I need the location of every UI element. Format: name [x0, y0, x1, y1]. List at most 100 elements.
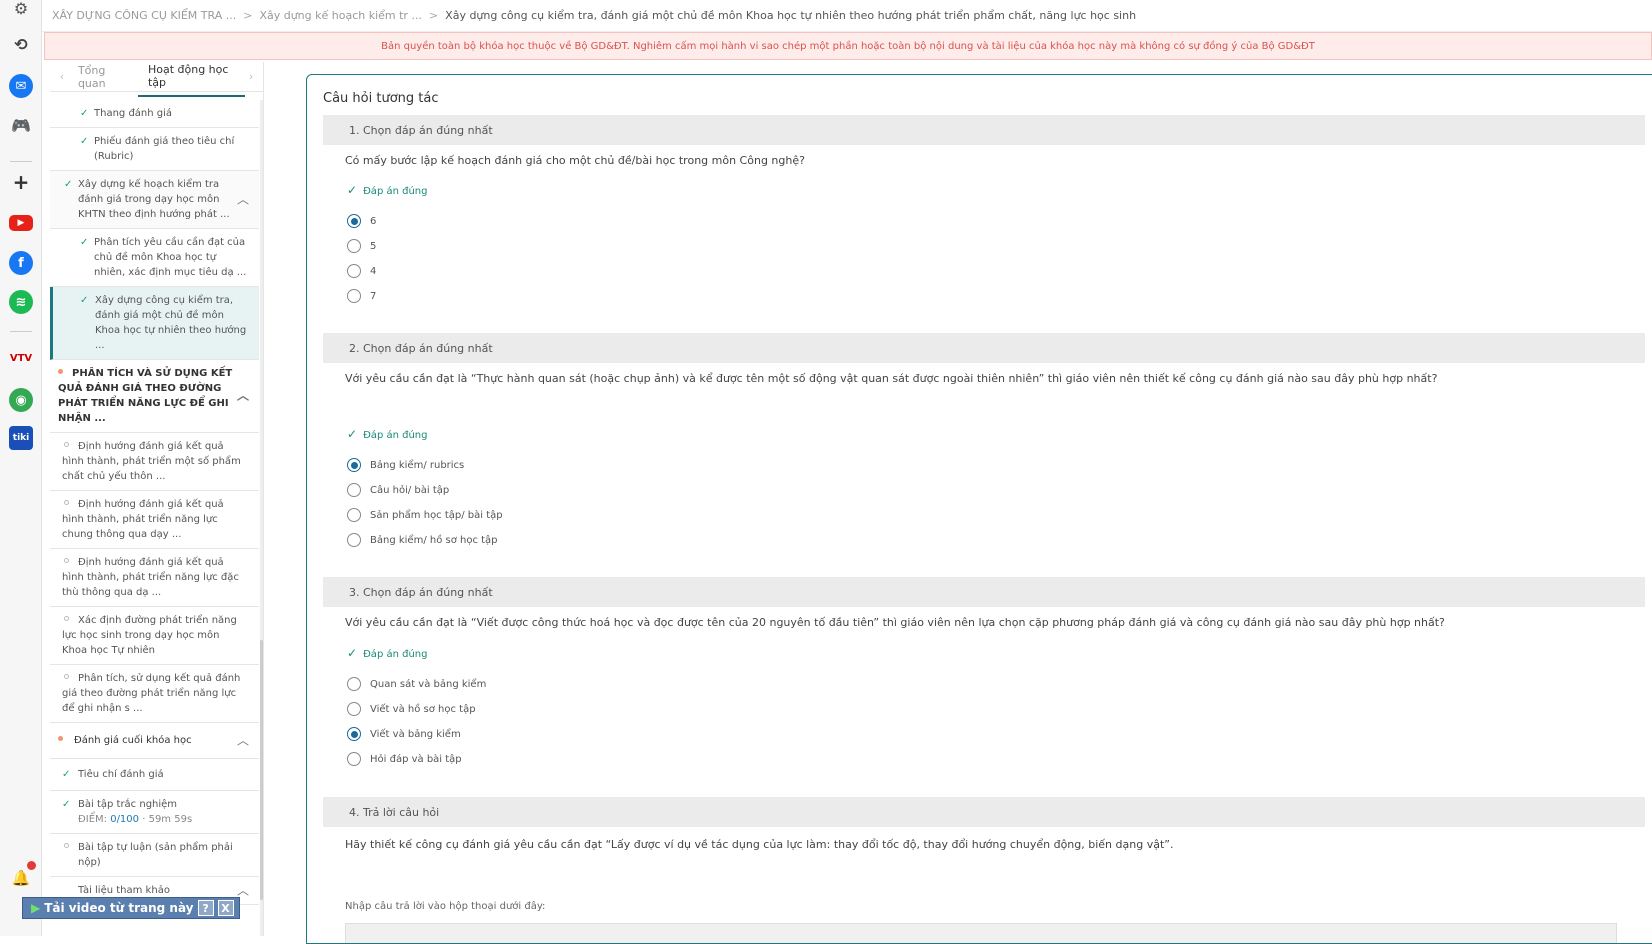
section-header[interactable]: Đánh giá cuối khóa học ︿	[50, 723, 259, 759]
lesson-item[interactable]: ✓ Thang đánh giá	[50, 100, 259, 128]
correct-answer-label: ✓ Đáp án đúng	[347, 183, 428, 197]
status-dot	[58, 736, 63, 741]
spotify-icon[interactable]: ≋	[9, 290, 33, 314]
check-icon: ✓	[347, 183, 358, 197]
section-header[interactable]: PHÂN TÍCH VÀ SỬ DỤNG KẾT QUẢ ĐÁNH GIÁ TH…	[50, 360, 259, 433]
lesson-item[interactable]: ✓ Tiêu chí đánh giá	[50, 759, 259, 791]
answer-option[interactable]: Hỏi đáp và bài tập	[347, 752, 462, 766]
answer-hint: Nhập câu trả lời vào hộp thoại dưới đây:	[345, 901, 546, 912]
radio[interactable]	[347, 702, 361, 716]
radio-selected[interactable]	[347, 727, 361, 741]
radio[interactable]	[347, 508, 361, 522]
answer-option[interactable]: 5	[347, 239, 376, 253]
breadcrumb-item-current: Xây dựng công cụ kiểm tra, đánh giá một …	[445, 9, 1137, 22]
gamepad-icon[interactable]: 🎮	[9, 113, 33, 137]
radio[interactable]	[347, 752, 361, 766]
check-icon: ✓	[347, 646, 358, 660]
lesson-item[interactable]: Định hướng đánh giá kết quả hình thành, …	[50, 433, 259, 491]
answer-option[interactable]: Câu hỏi/ bài tập	[347, 483, 449, 497]
question-header: 1. Chọn đáp án đúng nhất	[323, 115, 1645, 145]
circle-icon	[64, 674, 69, 679]
breadcrumb-separator: >	[428, 9, 439, 22]
radio[interactable]	[347, 289, 361, 303]
chevron-up-icon[interactable]: ︿	[237, 192, 249, 207]
radio-selected[interactable]	[347, 214, 361, 228]
question-text: Có mấy bước lập kế hoạch đánh giá cho mộ…	[345, 154, 805, 167]
check-icon: ✓	[62, 799, 71, 810]
answer-option[interactable]: Bảng kiểm/ hồ sơ học tập	[347, 533, 498, 547]
lesson-item[interactable]: Định hướng đánh giá kết quả hình thành, …	[50, 549, 259, 607]
answer-option[interactable]: Viết và bảng kiểm	[347, 727, 461, 741]
answer-option[interactable]: Bảng kiểm/ rubrics	[347, 458, 464, 472]
facebook-icon[interactable]: f	[9, 251, 33, 275]
breadcrumb-item-plan[interactable]: Xây dựng kế hoạch kiểm tr ...	[259, 9, 422, 22]
answer-option[interactable]: 7	[347, 289, 376, 303]
rich-text-editor-toolbar[interactable]	[345, 923, 1617, 943]
download-video-label[interactable]: Tải video từ trang này	[44, 901, 193, 915]
lesson-label: Tiêu chí đánh giá	[78, 769, 164, 780]
lesson-group[interactable]: ✓ Xây dựng kế hoạch kiểm tra đánh giá tr…	[50, 171, 259, 229]
lesson-item-active[interactable]: ✓ Xây dựng công cụ kiểm tra, đánh giá mộ…	[50, 287, 259, 360]
quiz-item[interactable]: ✓ Bài tập trắc nghiệm ĐIỂM: 0/100 · 59m …	[50, 791, 259, 834]
question-text: Với yêu cầu cần đạt là “Thực hành quan s…	[345, 372, 1438, 385]
lesson-label: Định hướng đánh giá kết quả hình thành, …	[62, 499, 224, 540]
page-title: Câu hỏi tương tác	[323, 91, 439, 106]
youtube-icon[interactable]: ▶	[9, 215, 33, 231]
check-icon: ✓	[347, 427, 358, 441]
chevron-up-icon[interactable]: ︿	[237, 733, 249, 748]
plus-icon[interactable]: +	[9, 170, 33, 194]
radio[interactable]	[347, 533, 361, 547]
lesson-item[interactable]: Phân tích, sử dụng kết quả đánh giá theo…	[50, 665, 259, 723]
tab-overview[interactable]: Tổng quan	[68, 62, 138, 96]
quiz-panel: Câu hỏi tương tác 1. Chọn đáp án đúng nh…	[306, 74, 1652, 944]
lesson-label: Bài tập tự luận (sản phẩm phải nộp)	[78, 842, 233, 868]
lesson-item[interactable]: Bài tập tự luận (sản phẩm phải nộp)	[50, 834, 259, 877]
answer-option[interactable]: Sản phẩm học tập/ bài tập	[347, 508, 503, 522]
circle-icon	[64, 558, 69, 563]
breadcrumb: XÂY DỰNG CÔNG CỤ KIỂM TRA ... > Xây dựng…	[42, 0, 1652, 32]
history-icon[interactable]: ⟲	[9, 32, 33, 56]
tab-learning-activities[interactable]: Hoạt động học tập	[137, 62, 246, 97]
lesson-label: Định hướng đánh giá kết quả hình thành, …	[62, 557, 239, 598]
gear-icon[interactable]: ⚙	[9, 0, 33, 20]
status-dot	[58, 369, 63, 374]
radio[interactable]	[347, 264, 361, 278]
radio[interactable]	[347, 483, 361, 497]
section-label: PHÂN TÍCH VÀ SỬ DỤNG KẾT QUẢ ĐÁNH GIÁ TH…	[58, 368, 233, 424]
close-button[interactable]: X	[217, 900, 234, 916]
lesson-item[interactable]: Xác định đường phát triển năng lực học s…	[50, 607, 259, 665]
notification-dot	[27, 861, 36, 870]
map-app-icon[interactable]: ◉	[9, 388, 33, 412]
radio[interactable]	[347, 239, 361, 253]
tiki-icon[interactable]: tiki	[9, 426, 33, 450]
check-icon: ✓	[64, 179, 73, 190]
chevron-up-icon[interactable]: ︿	[237, 883, 249, 898]
check-icon: ✓	[80, 136, 89, 147]
radio[interactable]	[347, 677, 361, 691]
download-video-bar[interactable]: ▶ Tải video từ trang này ? X	[22, 897, 240, 919]
radio-selected[interactable]	[347, 458, 361, 472]
browser-side-rail: ⚙ ⟲ ✉ 🎮 + ▶ f ≋ VTV ◉ tiki 🔔	[0, 0, 42, 936]
lesson-label: Bài tập trắc nghiệm	[78, 799, 178, 810]
chevron-left-icon[interactable]: ‹	[56, 70, 68, 83]
lesson-item[interactable]: ✓ Phân tích yêu cầu cần đạt của chủ đề m…	[50, 229, 259, 287]
lesson-item[interactable]: ✓ Phiếu đánh giá theo tiêu chí (Rubric)	[50, 128, 259, 171]
breadcrumb-separator: >	[243, 9, 253, 22]
circle-icon	[64, 616, 69, 621]
help-button[interactable]: ?	[197, 900, 214, 916]
answer-option[interactable]: Viết và hồ sơ học tập	[347, 702, 476, 716]
chevron-right-icon[interactable]: ›	[245, 70, 257, 83]
answer-option[interactable]: 4	[347, 264, 376, 278]
answer-option[interactable]: 6	[347, 214, 376, 228]
quiz-score: ĐIỂM: 0/100 · 59m 59s	[78, 814, 193, 825]
answer-option[interactable]: Quan sát và bảng kiểm	[347, 677, 486, 691]
messenger-icon[interactable]: ✉	[9, 74, 33, 98]
lesson-label: Phân tích, sử dụng kết quả đánh giá theo…	[62, 673, 241, 714]
vtv-go-icon[interactable]: VTV	[9, 346, 33, 370]
lesson-label: Xây dựng kế hoạch kiểm tra đánh giá tron…	[78, 179, 230, 220]
lesson-item[interactable]: Định hướng đánh giá kết quả hình thành, …	[50, 491, 259, 549]
question-header: 2. Chọn đáp án đúng nhất	[323, 333, 1645, 363]
sidebar-scrollbar[interactable]	[260, 100, 263, 936]
chevron-up-icon[interactable]: ︿	[237, 389, 249, 404]
breadcrumb-item-course[interactable]: XÂY DỰNG CÔNG CỤ KIỂM TRA ...	[52, 9, 236, 22]
